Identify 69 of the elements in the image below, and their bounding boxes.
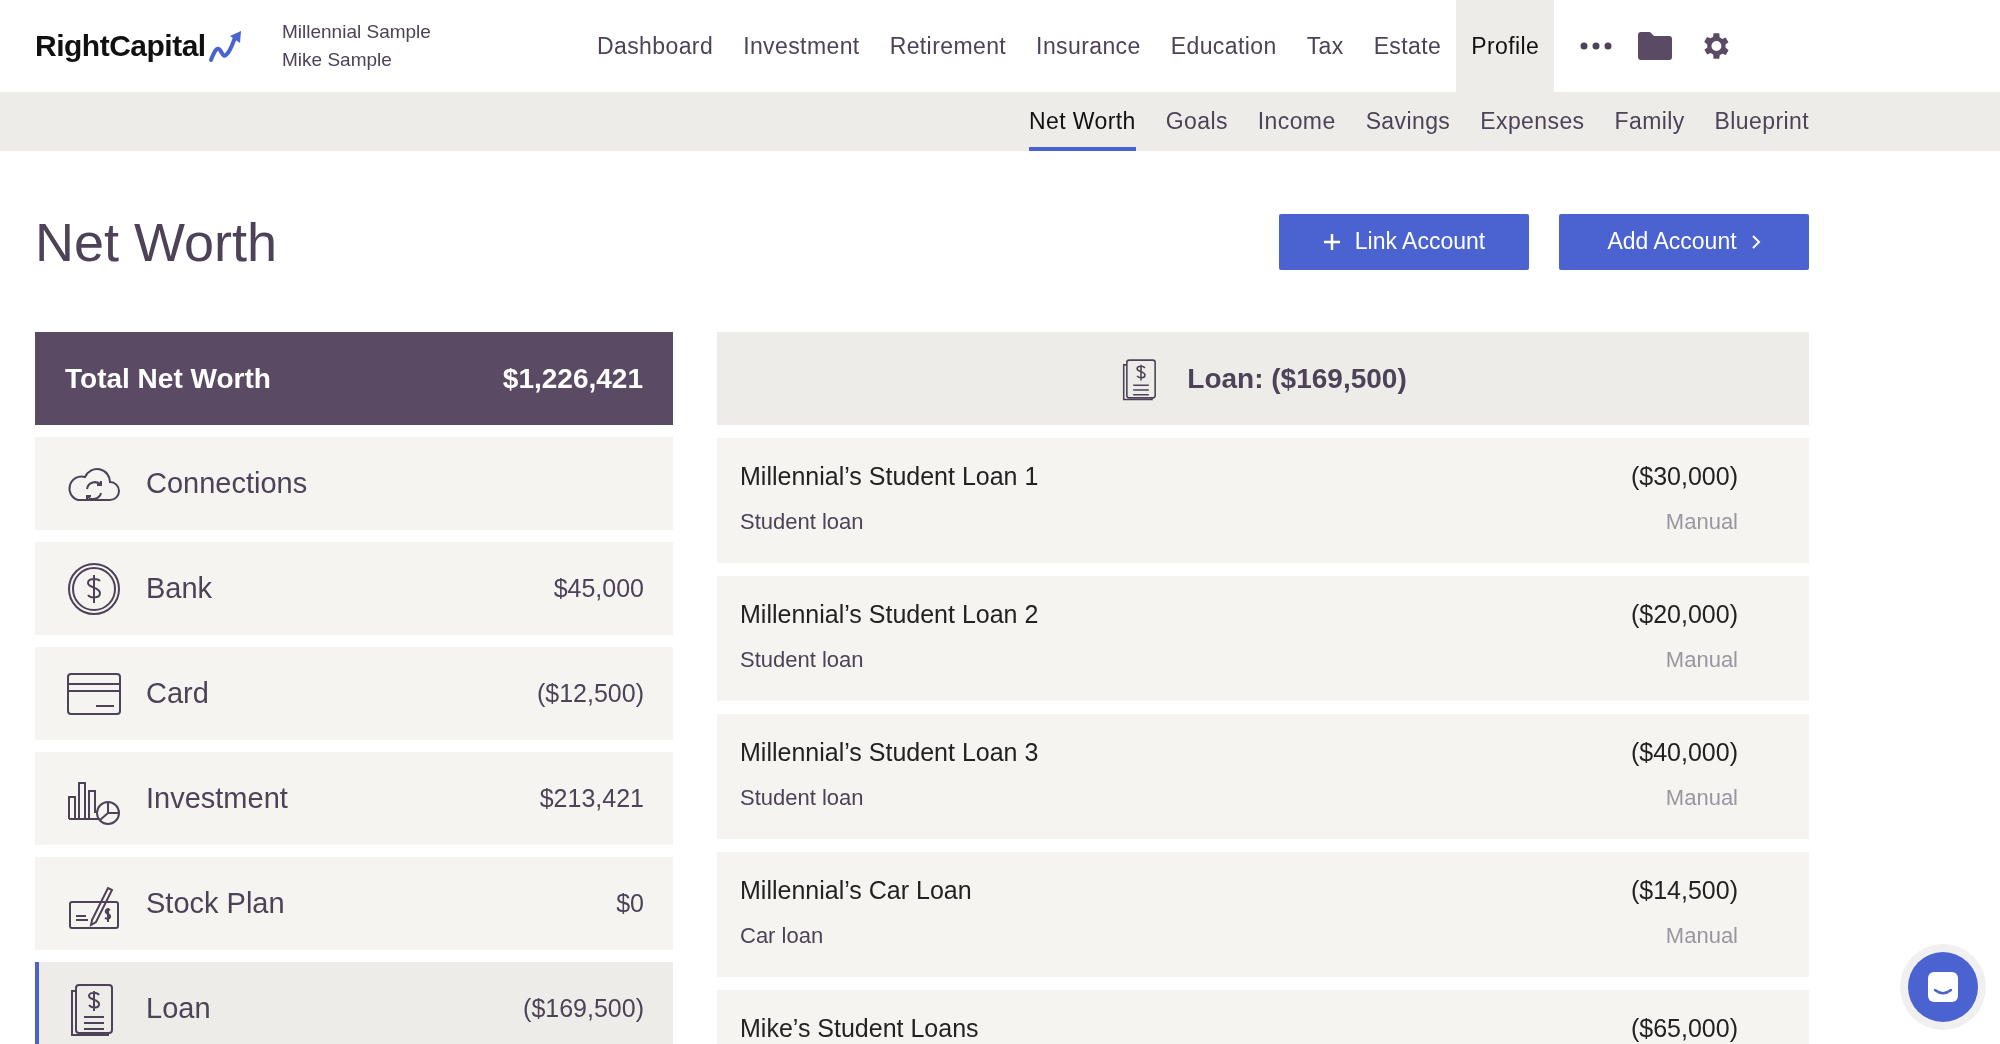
account-name: Millennial’s Car Loan	[740, 876, 972, 905]
category-label: Connections	[146, 467, 309, 500]
account-card[interactable]: Millennial’s Student Loan 2 ($20,000) Student loan Manual	[717, 576, 1809, 701]
account-source: Manual	[1665, 785, 1738, 811]
category-value: ($169,500)	[523, 994, 644, 1023]
nav-tab[interactable]: Dashboard	[582, 0, 729, 92]
account-type: Student loan	[740, 509, 864, 535]
account-name: Mike’s Student Loans	[740, 1014, 979, 1043]
plus-icon	[1322, 232, 1341, 251]
category-label: Bank	[146, 572, 214, 605]
account-name: Millennial’s Student Loan 1	[740, 462, 1039, 491]
account-source: Manual	[1665, 509, 1738, 535]
account-card[interactable]: Millennial’s Car Loan ($14,500) Car loan Manual	[717, 852, 1809, 977]
summary-label: Total Net Worth	[65, 362, 271, 395]
account-amount: ($40,000)	[1630, 738, 1738, 767]
sub-tab[interactable]: Blueprint	[1714, 92, 1809, 151]
category-label: Stock Plan	[146, 887, 286, 920]
logo[interactable]: RightCapital	[35, 29, 206, 63]
account-source: Manual	[1665, 923, 1738, 949]
dollar-coin-icon	[66, 560, 122, 617]
nav-tab[interactable]: Profile	[1456, 0, 1555, 92]
nav-tab[interactable]: Insurance	[1021, 0, 1156, 92]
page-title: Net Worth	[35, 210, 278, 273]
category-value: $213,421	[539, 784, 644, 813]
category-label: Investment	[146, 782, 289, 815]
category-item[interactable]: Loan ($169,500)	[35, 962, 673, 1044]
sub-tab[interactable]: Savings	[1365, 92, 1451, 151]
sub-tab[interactable]: Expenses	[1480, 92, 1585, 151]
category-value: $45,000	[553, 574, 644, 603]
client-name: Mike Sample	[282, 49, 393, 71]
account-amount: ($30,000)	[1630, 462, 1738, 491]
account-amount: ($65,000)	[1630, 1014, 1738, 1043]
sub-tab[interactable]: Family	[1614, 92, 1685, 151]
account-card[interactable]: Mike’s Student Loans ($65,000)	[717, 990, 1809, 1044]
nav-tab[interactable]: Retirement	[874, 0, 1022, 92]
summary-value: $1,226,421	[502, 362, 643, 395]
category-label: Loan	[146, 992, 212, 1025]
category-item[interactable]: Stock Plan $0	[35, 857, 673, 950]
trend-arrow-icon	[207, 28, 244, 64]
account-card[interactable]: Millennial’s Student Loan 1 ($30,000) Student loan Manual	[717, 438, 1809, 563]
account-card[interactable]: Millennial’s Student Loan 3 ($40,000) Student loan Manual	[717, 714, 1809, 839]
account-name: Millennial’s Student Loan 3	[740, 738, 1039, 767]
nav-tab[interactable]: Tax	[1291, 0, 1359, 92]
account-source: Manual	[1665, 647, 1738, 673]
chat-icon	[1926, 970, 1960, 1004]
chevron-right-icon	[1750, 233, 1761, 250]
category-value: $0	[616, 889, 644, 918]
nav-tab[interactable]: Investment	[728, 0, 875, 92]
account-type: Car loan	[740, 923, 824, 949]
account-type: Student loan	[740, 647, 864, 673]
account-amount: ($14,500)	[1630, 876, 1738, 905]
nav-tab[interactable]: Estate	[1358, 0, 1457, 92]
add-account-button[interactable]: Add Account	[1559, 213, 1809, 270]
category-item[interactable]: Bank $45,000	[35, 542, 673, 635]
link-account-button[interactable]: Link Account	[1279, 213, 1529, 270]
category-item[interactable]: Card ($12,500)	[35, 647, 673, 740]
category-item[interactable]: Investment $213,421	[35, 752, 673, 845]
account-amount: ($20,000)	[1630, 600, 1738, 629]
account-type: Student loan	[740, 785, 864, 811]
client-name: Millennial Sample	[282, 21, 432, 43]
nav-tab[interactable]: Education	[1155, 0, 1292, 92]
category-value: ($12,500)	[536, 679, 644, 708]
detail-title: Loan: ($169,500)	[1187, 362, 1407, 395]
sub-tab[interactable]: Net Worth	[1029, 92, 1136, 151]
sub-tab[interactable]: Income	[1257, 92, 1336, 151]
sub-tab[interactable]: Goals	[1165, 92, 1228, 151]
account-name: Millennial’s Student Loan 2	[740, 600, 1039, 629]
category-label: Card	[146, 677, 210, 710]
category-item[interactable]: Connections	[35, 437, 673, 530]
